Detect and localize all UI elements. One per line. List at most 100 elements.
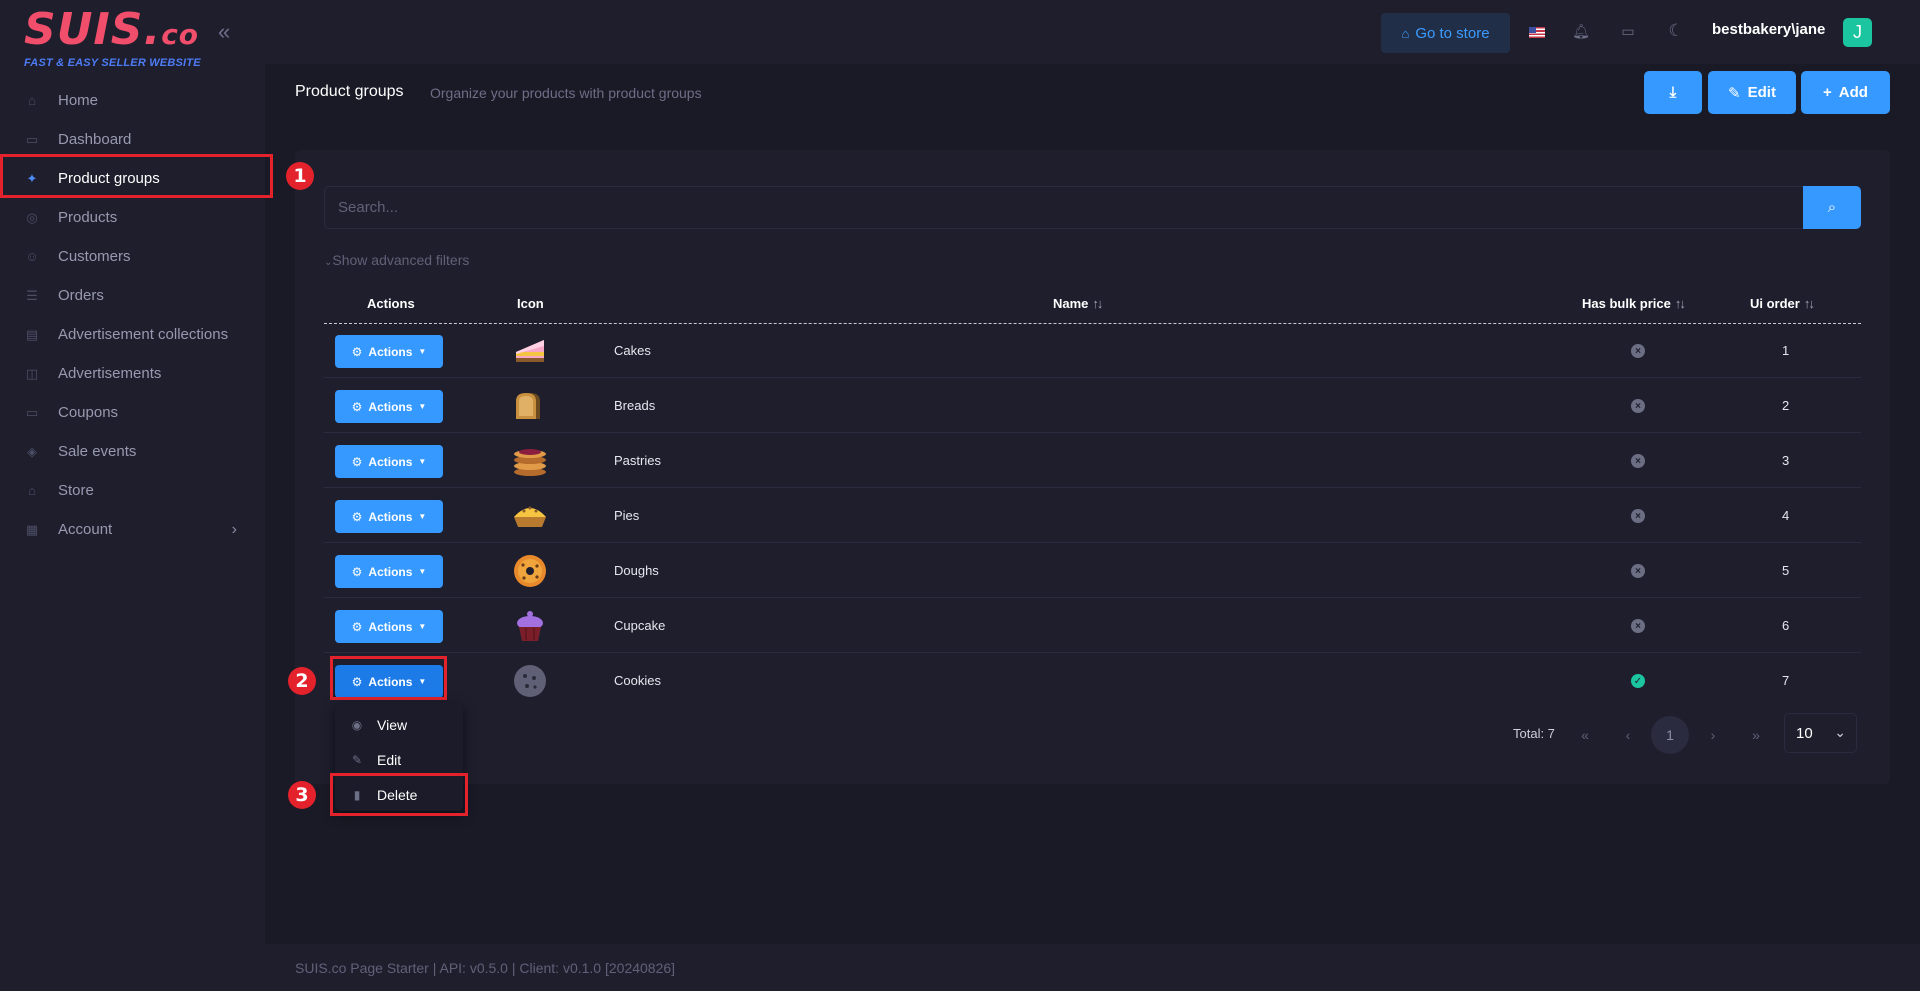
logo-tagline: FAST & EASY SELLER WEBSITE — [24, 57, 201, 69]
show-advanced-filters-link[interactable]: ⌄Show advanced filters — [324, 252, 469, 268]
row-ui-order: 4 — [1782, 508, 1790, 523]
bell-icon[interactable]: 🔔︎ — [1572, 23, 1590, 39]
sidebar-item-home[interactable]: ⌂ Home — [0, 81, 265, 120]
row-name: Breads — [614, 398, 656, 413]
sidebar-item-store[interactable]: ⌂ Store — [0, 471, 265, 510]
cake-icon — [516, 340, 544, 362]
menu-item-edit[interactable]: ✎ Edit — [335, 745, 463, 775]
column-header-name[interactable]: Name ↑↓ — [1053, 296, 1103, 311]
row-ui-order: 6 — [1782, 618, 1790, 633]
sidebar-item-coupons[interactable]: ▭ Coupons — [0, 393, 265, 432]
bread-icon — [516, 393, 540, 419]
sidebar-item-orders[interactable]: ☰ Orders — [0, 276, 265, 315]
gear-icon: ⚙ — [351, 454, 363, 469]
sidebar-item-label: Dashboard — [58, 131, 132, 148]
next-page-icon[interactable]: › — [1694, 716, 1732, 754]
column-header-actions: Actions — [367, 296, 415, 311]
chat-icon[interactable]: ▭ — [1619, 23, 1637, 39]
collapse-sidebar-icon[interactable]: « — [218, 20, 238, 44]
brand-logo[interactable]: SUIS.co FAST & EASY SELLER WEBSITE — [24, 4, 201, 70]
sidebar-item-label: Store — [58, 482, 94, 499]
username[interactable]: bestbakery\jane — [1712, 21, 1825, 38]
cupcake-icon — [517, 611, 543, 641]
search-button[interactable]: ⌕ — [1803, 186, 1861, 229]
highlight-box-product-groups — [0, 154, 273, 198]
x-circle-icon: × — [1631, 509, 1645, 523]
logo-wordmark: SUIS.co — [24, 4, 200, 55]
search-icon: ⌕ — [1827, 199, 1837, 216]
footer-version-text: SUIS.co Page Starter | API: v0.5.0 | Cli… — [295, 960, 676, 976]
sidebar-item-sale-events[interactable]: ◈ Sale events — [0, 432, 265, 471]
gear-icon: ⚙ — [351, 509, 363, 524]
step-marker-2: 2 — [288, 667, 316, 695]
page-size-select[interactable]: 10 ⌄ — [1784, 713, 1857, 753]
store-icon: ⌂ — [28, 483, 36, 498]
sidebar-item-label: Orders — [58, 287, 104, 304]
actions-button[interactable]: ⚙ Actions ▼ — [335, 500, 443, 533]
sidebar-item-customers[interactable]: ☺ Customers — [0, 237, 265, 276]
moon-icon[interactable]: ☾ — [1667, 22, 1685, 39]
row-name: Doughs — [614, 563, 659, 578]
orders-icon: ☰ — [26, 287, 38, 303]
search-box — [324, 186, 1803, 229]
column-header-icon: Icon — [517, 296, 544, 311]
step-marker-1: 1 — [286, 162, 314, 190]
column-header-ui-order[interactable]: Ui order ↑↓ — [1750, 296, 1815, 311]
donut-icon — [514, 555, 546, 587]
row-ui-order: 5 — [1782, 563, 1790, 578]
chevron-right-icon: › — [231, 520, 237, 538]
sidebar-item-advertisements[interactable]: ◫ Advertisements — [0, 354, 265, 393]
pie-icon — [514, 506, 546, 527]
pencil-icon: ✎ — [1728, 84, 1741, 102]
page-subtitle: Organize your products with product grou… — [430, 85, 702, 101]
total-count: Total: 7 — [1513, 726, 1555, 741]
sidebar-item-account[interactable]: ▦ Account › — [0, 510, 265, 549]
sidebar-item-products[interactable]: ◎ Products — [0, 198, 265, 237]
table-row: ⚙ Actions ▼ Doughs × 5 — [324, 543, 1861, 598]
caret-down-icon: ▼ — [418, 347, 427, 356]
sort-icon[interactable]: ↑↓ — [1675, 296, 1686, 311]
sidebar-item-label: Customers — [58, 248, 131, 265]
actions-button[interactable]: ⚙ Actions ▼ — [335, 610, 443, 643]
actions-button[interactable]: ⚙ Actions ▼ — [335, 445, 443, 478]
go-to-store-button[interactable]: ⌂ Go to store — [1381, 13, 1510, 53]
table-row: ⚙ Actions ▼ Cookies ✓ 7 — [324, 653, 1861, 708]
table-header: Actions Icon Name ↑↓ Has bulk price ↑↓ Ui … — [324, 286, 1861, 324]
row-name: Cakes — [614, 343, 651, 358]
add-button-label: Add — [1838, 84, 1868, 101]
add-button[interactable]: + Add — [1801, 71, 1890, 114]
sidebar-item-advertisement-collections[interactable]: ▤ Advertisement collections — [0, 315, 265, 354]
sale-events-icon: ◈ — [27, 443, 37, 459]
download-button[interactable]: ⤓ — [1644, 71, 1702, 114]
actions-button[interactable]: ⚙ Actions ▼ — [335, 555, 443, 588]
dashboard-icon: ▭ — [25, 131, 39, 147]
page-number-current[interactable]: 1 — [1651, 716, 1689, 754]
row-ui-order: 2 — [1782, 398, 1790, 413]
row-name: Pies — [614, 508, 640, 523]
first-page-icon[interactable]: « — [1566, 716, 1604, 754]
caret-down-icon: ▼ — [418, 512, 427, 521]
row-name: Pastries — [614, 453, 661, 468]
sidebar-item-label: Advertisements — [58, 365, 162, 382]
edit-button[interactable]: ✎ Edit — [1708, 71, 1796, 114]
gear-icon: ⚙ — [351, 619, 363, 634]
last-page-icon[interactable]: » — [1737, 716, 1775, 754]
sidebar-item-label: Advertisement collections — [58, 326, 229, 343]
sort-icon[interactable]: ↑↓ — [1092, 296, 1103, 311]
menu-item-view[interactable]: ◉ View — [335, 710, 463, 740]
table-row: ⚙ Actions ▼ Pies × 4 — [324, 488, 1861, 543]
actions-button[interactable]: ⚙ Actions ▼ — [335, 335, 443, 368]
sort-icon[interactable]: ↑↓ — [1804, 296, 1815, 311]
sidebar: SUIS.co FAST & EASY SELLER WEBSITE « ⌂ H… — [0, 0, 265, 991]
home-icon: ⌂ — [28, 93, 36, 108]
us-flag-icon[interactable] — [1529, 27, 1545, 38]
row-ui-order: 1 — [1782, 343, 1790, 358]
advertisements-icon: ◫ — [25, 365, 39, 381]
column-header-has-bulk-price[interactable]: Has bulk price ↑↓ — [1582, 296, 1686, 311]
step-marker-3: 3 — [288, 781, 316, 809]
customers-icon: ☺ — [25, 249, 39, 264]
search-input[interactable] — [325, 187, 1803, 228]
avatar[interactable]: J — [1843, 18, 1872, 47]
previous-page-icon[interactable]: ‹ — [1609, 716, 1647, 754]
actions-button[interactable]: ⚙ Actions ▼ — [335, 390, 443, 423]
